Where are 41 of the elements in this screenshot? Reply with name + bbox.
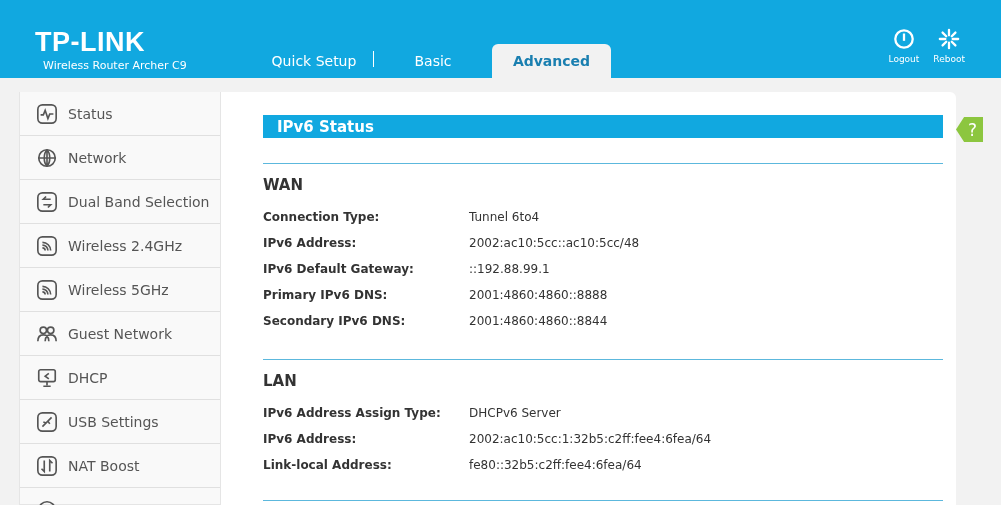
field-label: Secondary IPv6 DNS: bbox=[263, 314, 407, 328]
field-label: Primary IPv6 DNS: bbox=[263, 288, 389, 302]
pulse-icon bbox=[36, 102, 58, 125]
field-label: IPv6 Address: bbox=[263, 236, 358, 250]
up-down-arrows-icon bbox=[36, 454, 58, 477]
field-label: IPv6 Default Gateway: bbox=[263, 262, 415, 276]
sidebar-item[interactable]: Wireless 2.4GHz bbox=[20, 224, 220, 268]
field-label: IPv6 Address Assign Type: bbox=[263, 406, 442, 420]
brand-logo: TP-LINK bbox=[35, 27, 146, 57]
sidebar-item[interactable]: Dual Band Selection bbox=[20, 180, 220, 224]
sidebar-item[interactable]: NAT Boost bbox=[20, 444, 220, 488]
power-icon bbox=[892, 28, 915, 50]
sidebar-item[interactable]: Status bbox=[20, 92, 220, 136]
router-model: Wireless Router Archer C9 bbox=[43, 59, 188, 72]
section-heading: WAN bbox=[263, 176, 305, 194]
field-value: 2002:ac10:5cc::ac10:5cc/48 bbox=[469, 236, 640, 250]
monitor-icon bbox=[36, 366, 58, 389]
spinner-icon bbox=[938, 28, 961, 50]
section-title-bar: IPv6 Status bbox=[263, 115, 943, 138]
field-value: Tunnel 6to4 bbox=[469, 210, 540, 224]
usb-icon bbox=[36, 410, 58, 433]
swap-arrows-icon bbox=[36, 190, 58, 213]
field-value: DHCPv6 Server bbox=[469, 406, 561, 420]
wireless-icon bbox=[36, 278, 58, 301]
sidebar-item[interactable]: Wireless 5GHz bbox=[20, 268, 220, 312]
field-label: IPv6 Address: bbox=[263, 432, 358, 446]
field-label: Link-local Address: bbox=[263, 458, 393, 472]
field-value: 2002:ac10:5cc:1:32b5:c2ff:fee4:6fea/64 bbox=[469, 432, 712, 446]
sidebar-item[interactable]: USB Settings bbox=[20, 400, 220, 444]
field-label: Connection Type: bbox=[263, 210, 381, 224]
nav-tab[interactable]: Advanced bbox=[492, 44, 611, 78]
field-value: 2001:4860:4860::8844 bbox=[469, 314, 608, 328]
globe-icon bbox=[36, 146, 58, 169]
sidebar-item[interactable]: Network bbox=[20, 136, 220, 180]
field-value: fe80::32b5:c2ff:fee4:6fea/64 bbox=[469, 458, 642, 472]
sidebar-item[interactable]: DHCP bbox=[20, 356, 220, 400]
section-heading: LAN bbox=[263, 372, 298, 390]
field-value: ::192.88.99.1 bbox=[469, 262, 550, 276]
field-value: 2001:4860:4860::8888 bbox=[469, 288, 608, 302]
sidebar-item[interactable]: Guest Network bbox=[20, 312, 220, 356]
wireless-icon bbox=[36, 234, 58, 257]
